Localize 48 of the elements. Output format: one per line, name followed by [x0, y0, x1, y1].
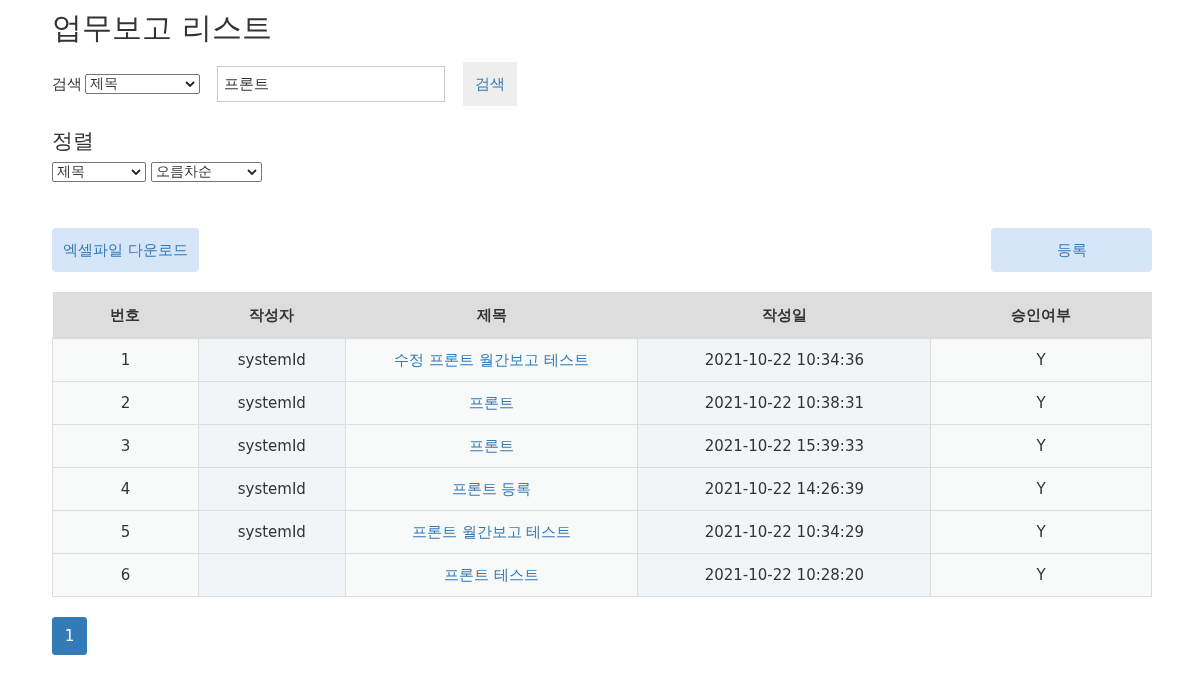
sort-order-dropdown[interactable]: 오름차순 [151, 162, 262, 182]
table-cell: 2021-10-22 14:26:39 [637, 467, 931, 511]
table-cell: 2021-10-22 10:34:29 [637, 510, 931, 554]
table-cell: 1 [52, 338, 199, 382]
table-cell: 2021-10-22 10:28:20 [637, 553, 931, 597]
table-cell: 5 [52, 510, 199, 554]
column-header: 승인여부 [930, 292, 1152, 339]
caret-icon [185, 81, 195, 87]
title-link[interactable]: 프론트 [469, 436, 515, 455]
table-cell: 3 [52, 424, 199, 468]
table-cell: systemId [198, 338, 346, 382]
table-cell: Y [930, 467, 1152, 511]
title-link[interactable]: 수정 프론트 월간보고 테스트 [394, 350, 589, 369]
table-cell: Y [930, 338, 1152, 382]
title-link[interactable]: 프론트 테스트 [444, 565, 539, 584]
column-header: 번호 [52, 292, 199, 339]
column-header: 제목 [345, 292, 638, 339]
table-cell: Y [930, 510, 1152, 554]
table-cell: 6 [52, 553, 199, 597]
title-link[interactable]: 프론트 [469, 393, 515, 412]
table-cell: Y [930, 553, 1152, 597]
table-cell: 2021-10-22 15:39:33 [637, 424, 931, 468]
sort-field-dropdown[interactable]: 제목 [52, 162, 146, 182]
title-link[interactable]: 프론트 등록 [451, 479, 532, 498]
search-input[interactable]: 프론트 [217, 66, 445, 102]
register-button[interactable]: 등록 [991, 228, 1152, 272]
search-button[interactable]: 검색 [463, 62, 517, 106]
caret-icon [247, 169, 257, 175]
caret-icon [131, 169, 141, 175]
table-cell: systemId [198, 467, 346, 511]
table-cell: 4 [52, 467, 199, 511]
table-cell: systemId [198, 381, 346, 425]
column-header: 작성자 [198, 292, 346, 339]
table-cell: 2021-10-22 10:34:36 [637, 338, 931, 382]
search-label: 검색 [52, 74, 82, 94]
excel-download-button[interactable]: 엑셀파일 다운로드 [52, 228, 199, 272]
table-cell: 2021-10-22 10:38:31 [637, 381, 931, 425]
table-cell: 2 [52, 381, 199, 425]
table-cell: Y [930, 424, 1152, 468]
title-link[interactable]: 프론트 월간보고 테스트 [411, 522, 572, 541]
page-button[interactable]: 1 [52, 617, 87, 655]
table-cell: systemId [198, 424, 346, 468]
page-title: 업무보고 리스트 [52, 9, 273, 47]
table-cell: systemId [198, 510, 346, 554]
table-cell: Y [930, 381, 1152, 425]
search-field-dropdown[interactable]: 제목 [85, 74, 200, 94]
column-header: 작성일 [637, 292, 931, 339]
sort-heading: 정렬 [52, 128, 95, 154]
